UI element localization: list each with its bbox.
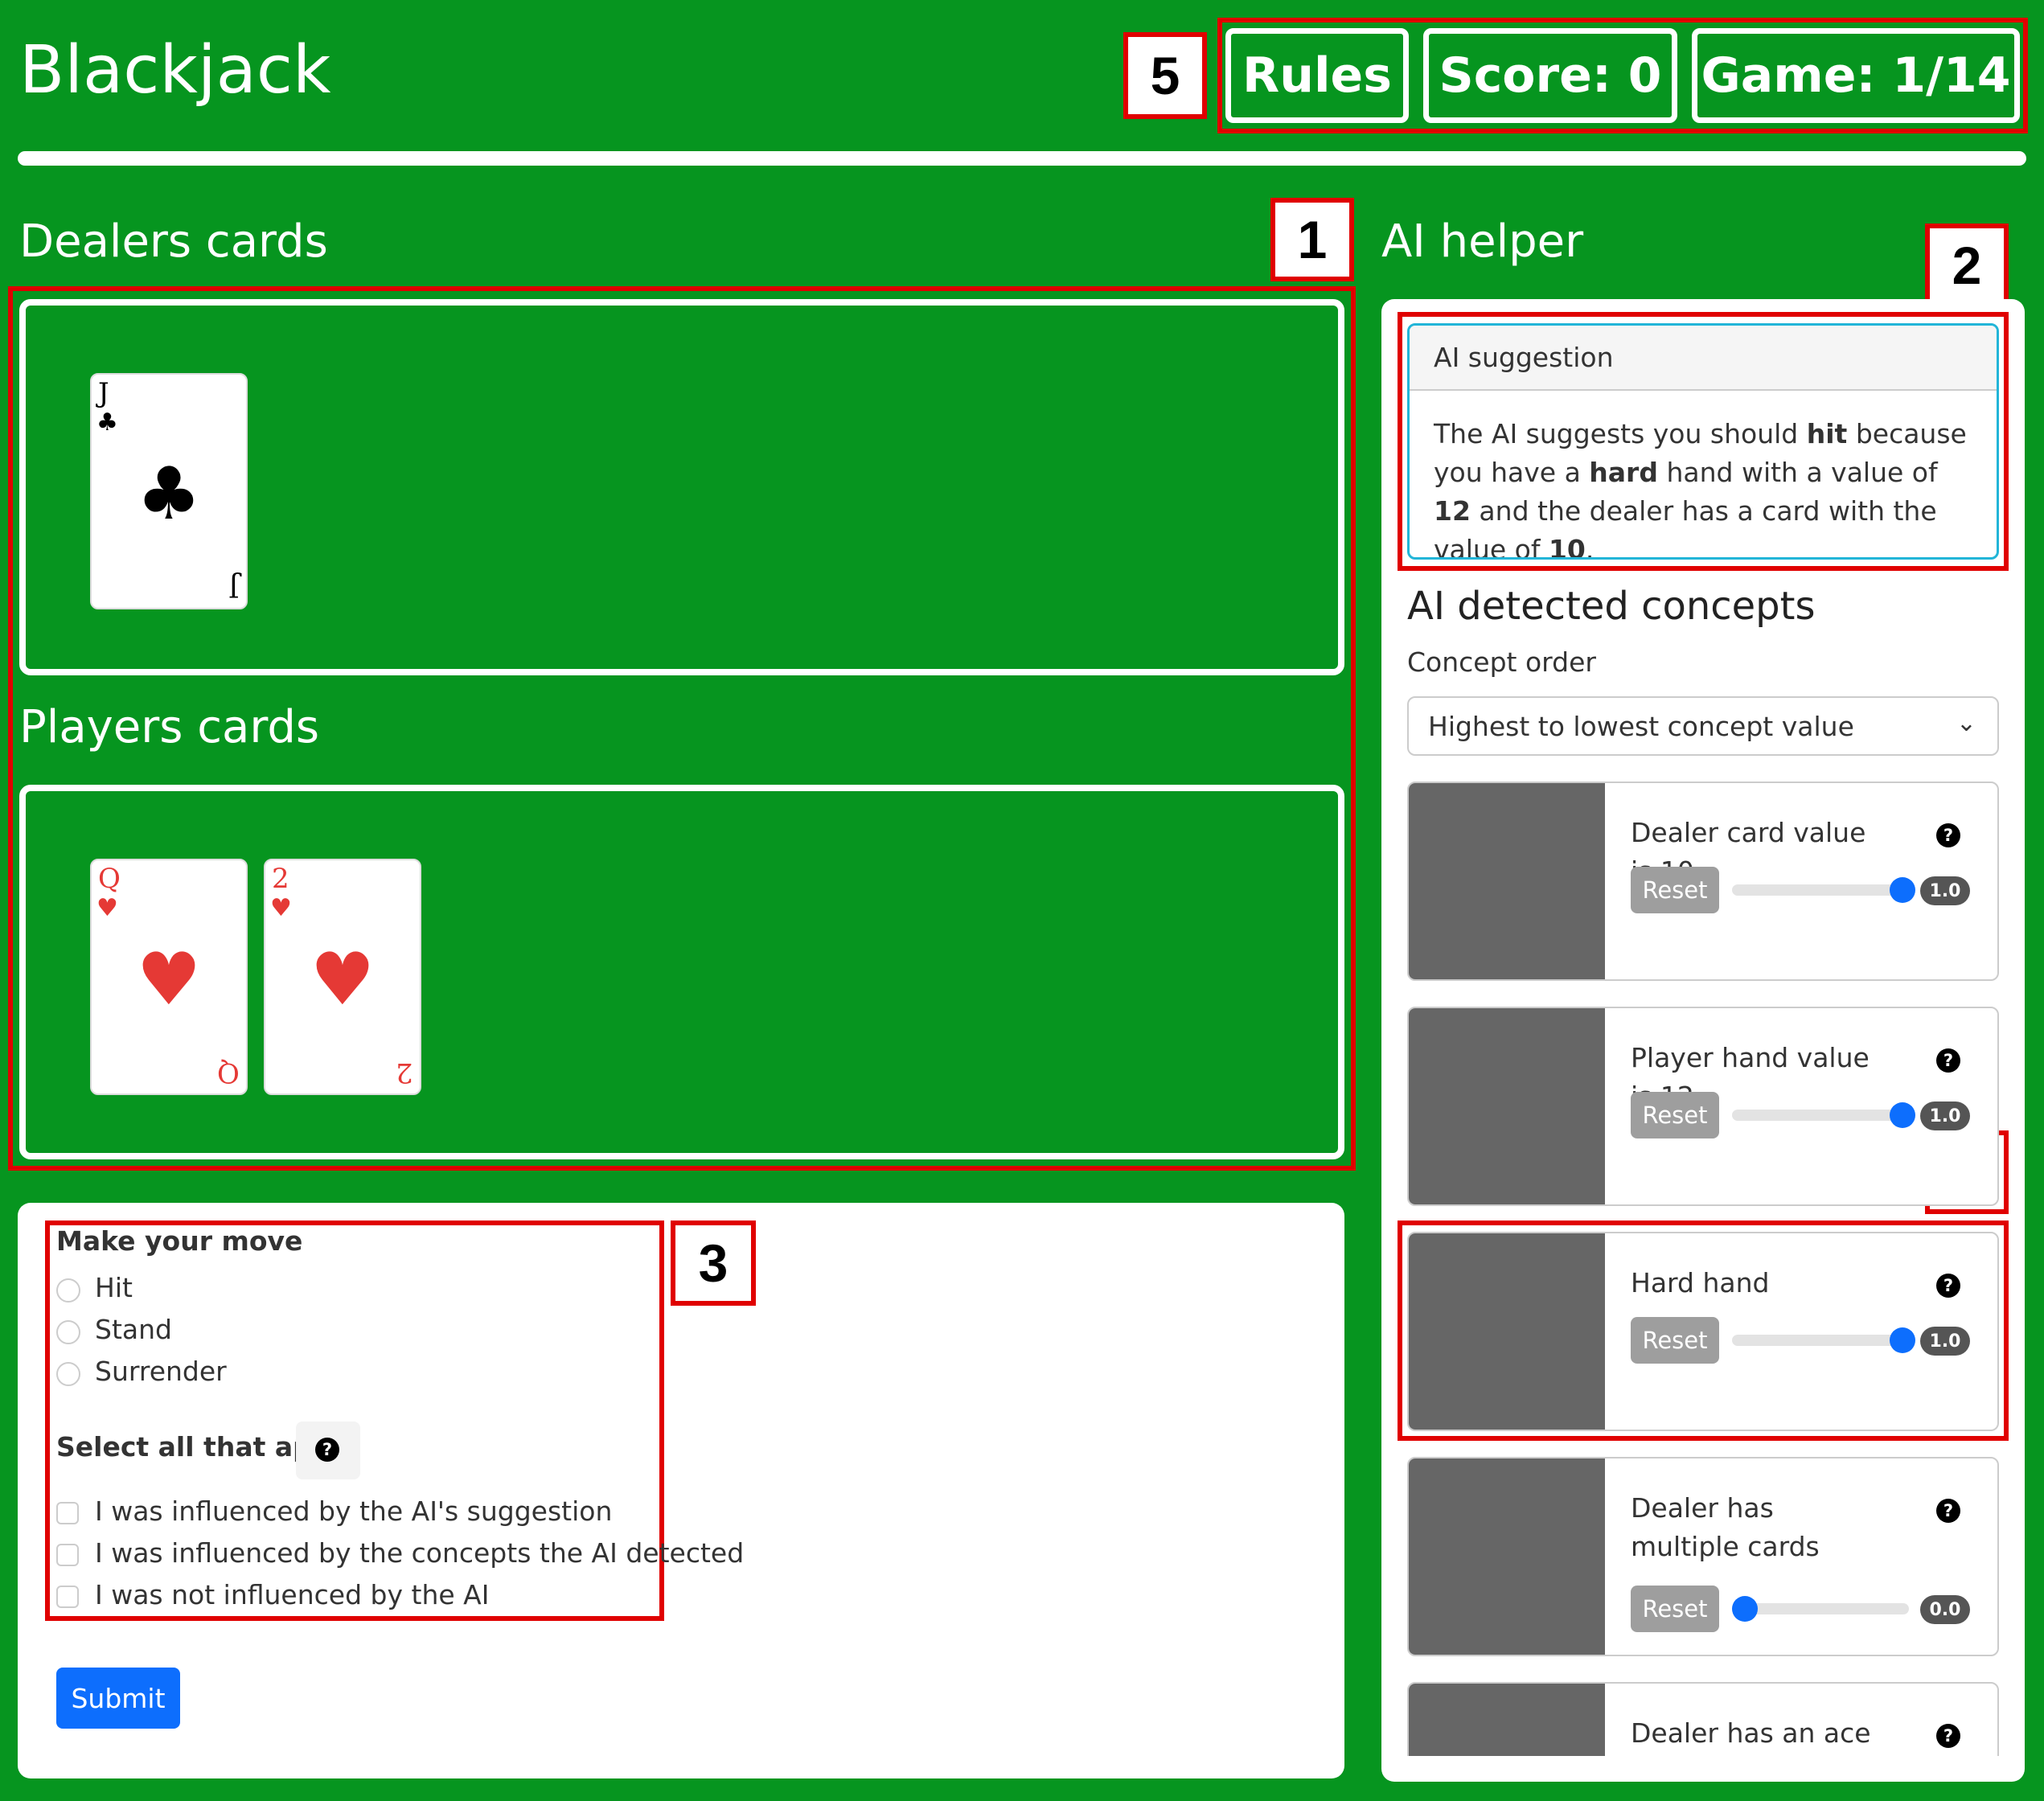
concept-item: Dealer card value is 10?Reset1.0 — [1407, 782, 1999, 981]
score-display: Score: 0 — [1423, 28, 1677, 123]
concept-thumbnail — [1409, 1458, 1605, 1655]
concept-label: Dealer has multiple cards — [1631, 1492, 1820, 1562]
card-suit-icon: ♥ — [96, 894, 118, 922]
ai-helper-heading: AI helper — [1381, 215, 1584, 268]
select-help-button[interactable]: ? — [296, 1422, 360, 1479]
callout-3: 3 — [671, 1220, 756, 1306]
checkbox-ai-concepts-input[interactable] — [56, 1544, 79, 1566]
concept-value-badge: 1.0 — [1920, 876, 1970, 905]
checkbox-ai-concepts-label: I was influenced by the concepts the AI … — [95, 1537, 745, 1569]
player-heading: Players cards — [19, 701, 320, 753]
callout-1: 1 — [1270, 198, 1354, 281]
card-suit-icon: ♥ — [270, 894, 292, 922]
slider-handle[interactable] — [1890, 1102, 1915, 1128]
callout-2: 2 — [1925, 224, 2009, 307]
player-card-0: Q ♥ ♥ Q — [90, 859, 248, 1095]
concept-slider[interactable] — [1732, 1603, 1909, 1614]
callout-5: 5 — [1123, 32, 1207, 119]
concept-slider[interactable] — [1732, 884, 1909, 896]
concept-label: Hard hand — [1631, 1267, 1770, 1298]
checkbox-ai-suggestion-label: I was influenced by the AI's suggestion — [95, 1495, 613, 1527]
card-rank-bottom: Q — [217, 1056, 240, 1089]
card-rank: J — [98, 377, 109, 409]
player-card-area: Q ♥ ♥ Q 2 ♥ ♥ 2 — [19, 785, 1344, 1159]
concept-label: Dealer has an ace — [1631, 1717, 1871, 1749]
question-circle-icon[interactable]: ? — [1936, 1499, 1960, 1523]
concept-thumbnail — [1409, 783, 1605, 979]
card-rank: 2 — [272, 863, 289, 895]
concept-value-badge: 1.0 — [1920, 1102, 1970, 1130]
concept-item: Hard hand? Reset 1.0 — [1407, 1232, 1999, 1431]
slider-handle[interactable] — [1732, 1596, 1758, 1622]
slider-handle[interactable] — [1890, 877, 1915, 903]
checkbox-ai-suggestion-input[interactable] — [56, 1502, 79, 1524]
concept-item: Player hand value is 12?Reset1.0 — [1407, 1007, 1999, 1206]
card-rank-bottom: 2 — [396, 1056, 413, 1089]
slider-handle[interactable] — [1890, 1327, 1915, 1353]
concept-order-value: Highest to lowest concept value — [1428, 710, 1854, 742]
ai-suggestion-card: AI suggestion The AI suggests you should… — [1407, 323, 1999, 560]
card-rank: Q — [98, 863, 121, 895]
move-heading: Make your move — [56, 1225, 303, 1257]
checkbox-not-influenced-label: I was not influenced by the AI — [95, 1579, 490, 1610]
concept-slider[interactable] — [1732, 1110, 1909, 1121]
rules-button[interactable]: Rules — [1225, 28, 1409, 123]
card-center-suit-icon: ♥ — [310, 937, 376, 1022]
concept-list: Dealer card value is 10?Reset1.0Player h… — [1407, 782, 1999, 1756]
question-circle-icon: ? — [315, 1438, 339, 1462]
radio-stand-input[interactable] — [56, 1320, 80, 1344]
question-circle-icon[interactable]: ? — [1936, 1048, 1960, 1073]
concept-order-label: Concept order — [1407, 646, 1596, 678]
card-center-suit-icon: ♣ — [136, 452, 202, 536]
ai-suggestion-title: AI suggestion — [1410, 326, 1997, 391]
reset-button[interactable]: Reset — [1631, 867, 1719, 913]
radio-hit-input[interactable] — [56, 1278, 80, 1303]
ai-suggestion-text: The AI suggests you should hit because y… — [1434, 418, 1967, 560]
radio-hit-label: Hit — [95, 1272, 133, 1303]
dealer-heading: Dealers cards — [19, 215, 328, 268]
reset-button[interactable]: Reset — [1631, 1586, 1719, 1632]
question-circle-icon[interactable]: ? — [1936, 1724, 1960, 1748]
concept-order-select[interactable]: Highest to lowest concept value ⌄ — [1407, 696, 1999, 756]
concepts-heading: AI detected concepts — [1407, 584, 1816, 629]
radio-stand-label: Stand — [95, 1314, 172, 1345]
card-suit-icon: ♣ — [96, 408, 118, 437]
game-counter: Game: 1/14 — [1692, 28, 2020, 123]
header-divider — [18, 151, 2026, 166]
app-title: Blackjack — [19, 32, 331, 109]
dealer-card-area: J ♣ ♣ J — [19, 299, 1344, 675]
reset-button[interactable]: Reset — [1631, 1092, 1719, 1138]
card-rank-bottom: J — [228, 571, 240, 603]
concept-thumbnail — [1409, 1684, 1605, 1756]
concept-slider[interactable] — [1732, 1335, 1909, 1346]
question-circle-icon[interactable]: ? — [1936, 1274, 1960, 1298]
concept-thumbnail — [1409, 1008, 1605, 1204]
card-center-suit-icon: ♥ — [136, 937, 202, 1022]
dealer-card-0: J ♣ ♣ J — [90, 373, 248, 609]
concept-value-badge: 0.0 — [1920, 1595, 1970, 1624]
player-card-1: 2 ♥ ♥ 2 — [264, 859, 421, 1095]
reset-button[interactable]: Reset — [1631, 1317, 1719, 1364]
concept-thumbnail — [1409, 1233, 1605, 1430]
question-circle-icon[interactable]: ? — [1936, 823, 1960, 847]
concept-item: Dealer has an ace? — [1407, 1682, 1999, 1756]
concept-value-badge: 1.0 — [1920, 1327, 1970, 1356]
chevron-down-icon: ⌄ — [1956, 709, 1976, 737]
submit-button[interactable]: Submit — [56, 1668, 180, 1729]
radio-surrender-label: Surrender — [95, 1356, 227, 1387]
concept-item: Dealer has multiple cards? Reset 0.0 — [1407, 1457, 1999, 1656]
radio-surrender-input[interactable] — [56, 1362, 80, 1386]
checkbox-not-influenced-input[interactable] — [56, 1586, 79, 1608]
